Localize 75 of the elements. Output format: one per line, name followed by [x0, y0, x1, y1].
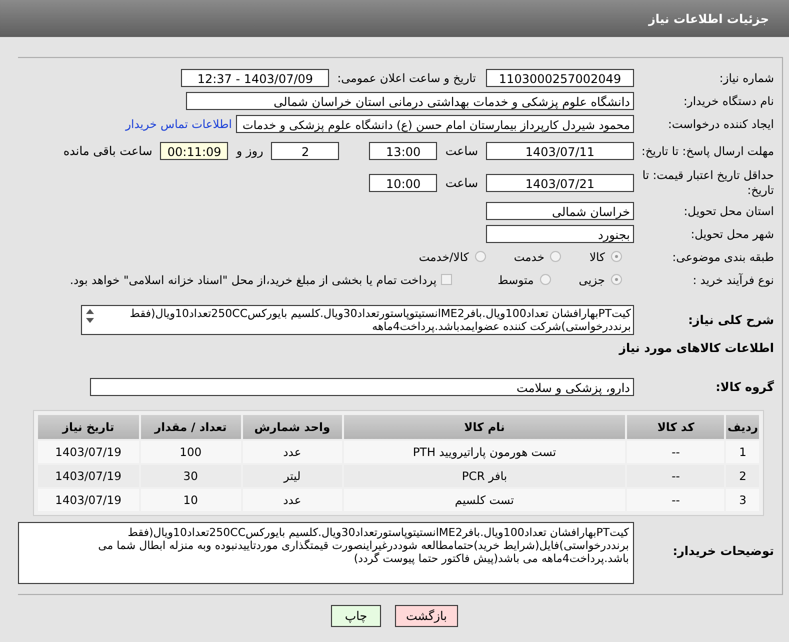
field-label: روز و: [236, 144, 264, 158]
field-label: ساعت: [445, 176, 478, 190]
goods-group-field: دارو، پزشکی و سلامت: [90, 378, 634, 396]
date-field: 1403/07/21: [486, 174, 634, 192]
radio-label: خدمت: [514, 250, 544, 264]
table-cell: 2: [726, 465, 759, 487]
buyer-notes-textarea[interactable]: [18, 522, 634, 584]
section-heading: اطلاعات کالاهای مورد نیاز: [618, 340, 775, 357]
table-cell: 30: [140, 465, 241, 487]
requester-field: محمود شیردل کارپرداز بیمارستان امام حسن (ع) دانشگاه علوم پزشکی و خدمات: [236, 114, 634, 132]
buyer-notes-text: کیتPTبهارافشان تعداد100ویال.بافرME2انستیتوپاستورتعداد30ویال.کلسیم بایورکس250CCتعداد10ویال(فقط برنددرخواستی)فایل(شرایط خرید)حتمامطالعه شوددرغیراینصورت قیمتگذاری موردتاییدنبوده وبه منزله ابطال شما می باشد.پرداخت4ماهه می باشد(پیش فاکتور حتما پیوست گردد): [97, 526, 629, 567]
radio-button[interactable]: [550, 251, 562, 262]
radio-label: متوسط: [498, 272, 534, 286]
column-header: ردیف: [726, 415, 759, 439]
field-label: شرح کلی نیاز:: [687, 312, 775, 327]
table-cell: عدد: [242, 441, 342, 463]
field-label: شهر محل تحویل:: [690, 226, 775, 240]
description-textarea[interactable]: کیتPTبهارافشان تعداد100ویال.بافرME2انستیتوپاستورتعداد30ویال.کلسیم بایورکس250CCتعداد10ویال(فقط برنددرخواستی)شرکت کننده عضوایمدباشد.پرداخت4ماهه: [81, 305, 634, 335]
field-label: ایجاد کننده درخواست:: [667, 116, 775, 130]
field-label: ساعت: [445, 144, 478, 158]
remaining-time-field: 00:11:09: [160, 142, 228, 160]
table-cell: عدد: [242, 489, 342, 511]
radio-label: جزیی: [578, 272, 605, 286]
buyer-contact-link[interactable]: اطلاعات تماس خریدار: [125, 116, 232, 130]
field-label: طبقه بندی موضوعی:: [671, 250, 775, 264]
column-header: نام کالا: [344, 415, 626, 439]
need-number-field: 1103000257002049: [486, 68, 634, 86]
radio-button[interactable]: [611, 274, 622, 285]
table-cell: بافر PCR: [344, 465, 626, 487]
days-field: 2: [271, 142, 340, 160]
radio-label: کالا/خدمت: [418, 250, 469, 264]
field-label: تاریخ و ساعت اعلان عمومی:: [337, 70, 476, 84]
buyer-org-field: دانشگاه علوم پزشکی و خدمات بهداشتی درمانی استان خراسان شمالی: [186, 92, 634, 110]
city-field: بجنورد: [486, 224, 634, 242]
field-label: شماره نیاز:: [718, 70, 775, 84]
field-label: استان محل تحویل:: [682, 204, 775, 218]
field-label: نوع فرآیند خرید :: [692, 272, 775, 286]
radio-button[interactable]: [611, 251, 622, 262]
field-label: مهلت ارسال پاسخ: تا تاریخ:: [640, 144, 775, 158]
column-header: کد کالا: [627, 415, 724, 439]
time-field: 13:00: [369, 142, 438, 160]
table-cell: 1403/07/19: [38, 465, 139, 487]
page-title: جزئیات اطلاعات نیاز: [648, 12, 769, 26]
table-cell: 1403/07/19: [38, 441, 139, 463]
checkbox-label: پرداخت تمام یا بخشی از مبلغ خرید،از محل "اسناد خزانه اسلامی" خواهد بود.: [70, 272, 437, 286]
table-cell: 100: [140, 441, 241, 463]
announce-date-field: 1403/07/09 - 12:37: [181, 68, 330, 86]
field-label: گروه کالا:: [714, 380, 775, 394]
radio-button[interactable]: [540, 274, 551, 285]
checkbox[interactable]: [440, 274, 452, 285]
table-cell: تست کلسیم: [344, 489, 626, 511]
column-header: تعداد / مقدار: [140, 415, 241, 439]
table-cell: 1403/07/19: [38, 489, 139, 511]
back-button[interactable]: بازگشت: [395, 605, 458, 627]
table-cell: --: [627, 489, 724, 511]
table-cell: 1: [726, 441, 759, 463]
time-field: 10:00: [369, 174, 438, 192]
column-header: تاریخ نیاز: [38, 415, 139, 439]
table-cell: --: [627, 441, 724, 463]
radio-label: کالا: [589, 250, 605, 264]
field-label: حداقل تاریخ اعتبار قیمت: تا تاریخ:: [641, 168, 775, 198]
column-header: واحد شمارش: [242, 415, 342, 439]
print-button[interactable]: چاپ: [331, 605, 381, 627]
field-label: نام دستگاه خریدار:: [682, 94, 775, 108]
radio-button[interactable]: [474, 251, 486, 262]
description-text: کیتPTبهارافشان تعداد100ویال.بافرME2انستیتوپاستورتعداد30ویال.کلسیم بایورکس250CCتعداد10ویال(فقط برنددرخواستی)شرکت کننده عضوایمدباشد.پرداخت4ماهه: [128, 307, 631, 333]
table-cell: لیتر: [242, 465, 342, 487]
table-cell: تست هورمون پاراتیرویید PTH: [344, 441, 626, 463]
field-label: توضیحات خریدار:: [672, 543, 775, 558]
table-cell: 10: [140, 489, 241, 511]
province-field: خراسان شمالی: [486, 202, 634, 220]
table-cell: --: [627, 465, 724, 487]
date-field: 1403/07/11: [486, 142, 634, 160]
table-cell: 3: [726, 489, 759, 511]
field-label: ساعت باقی مانده: [63, 144, 152, 158]
